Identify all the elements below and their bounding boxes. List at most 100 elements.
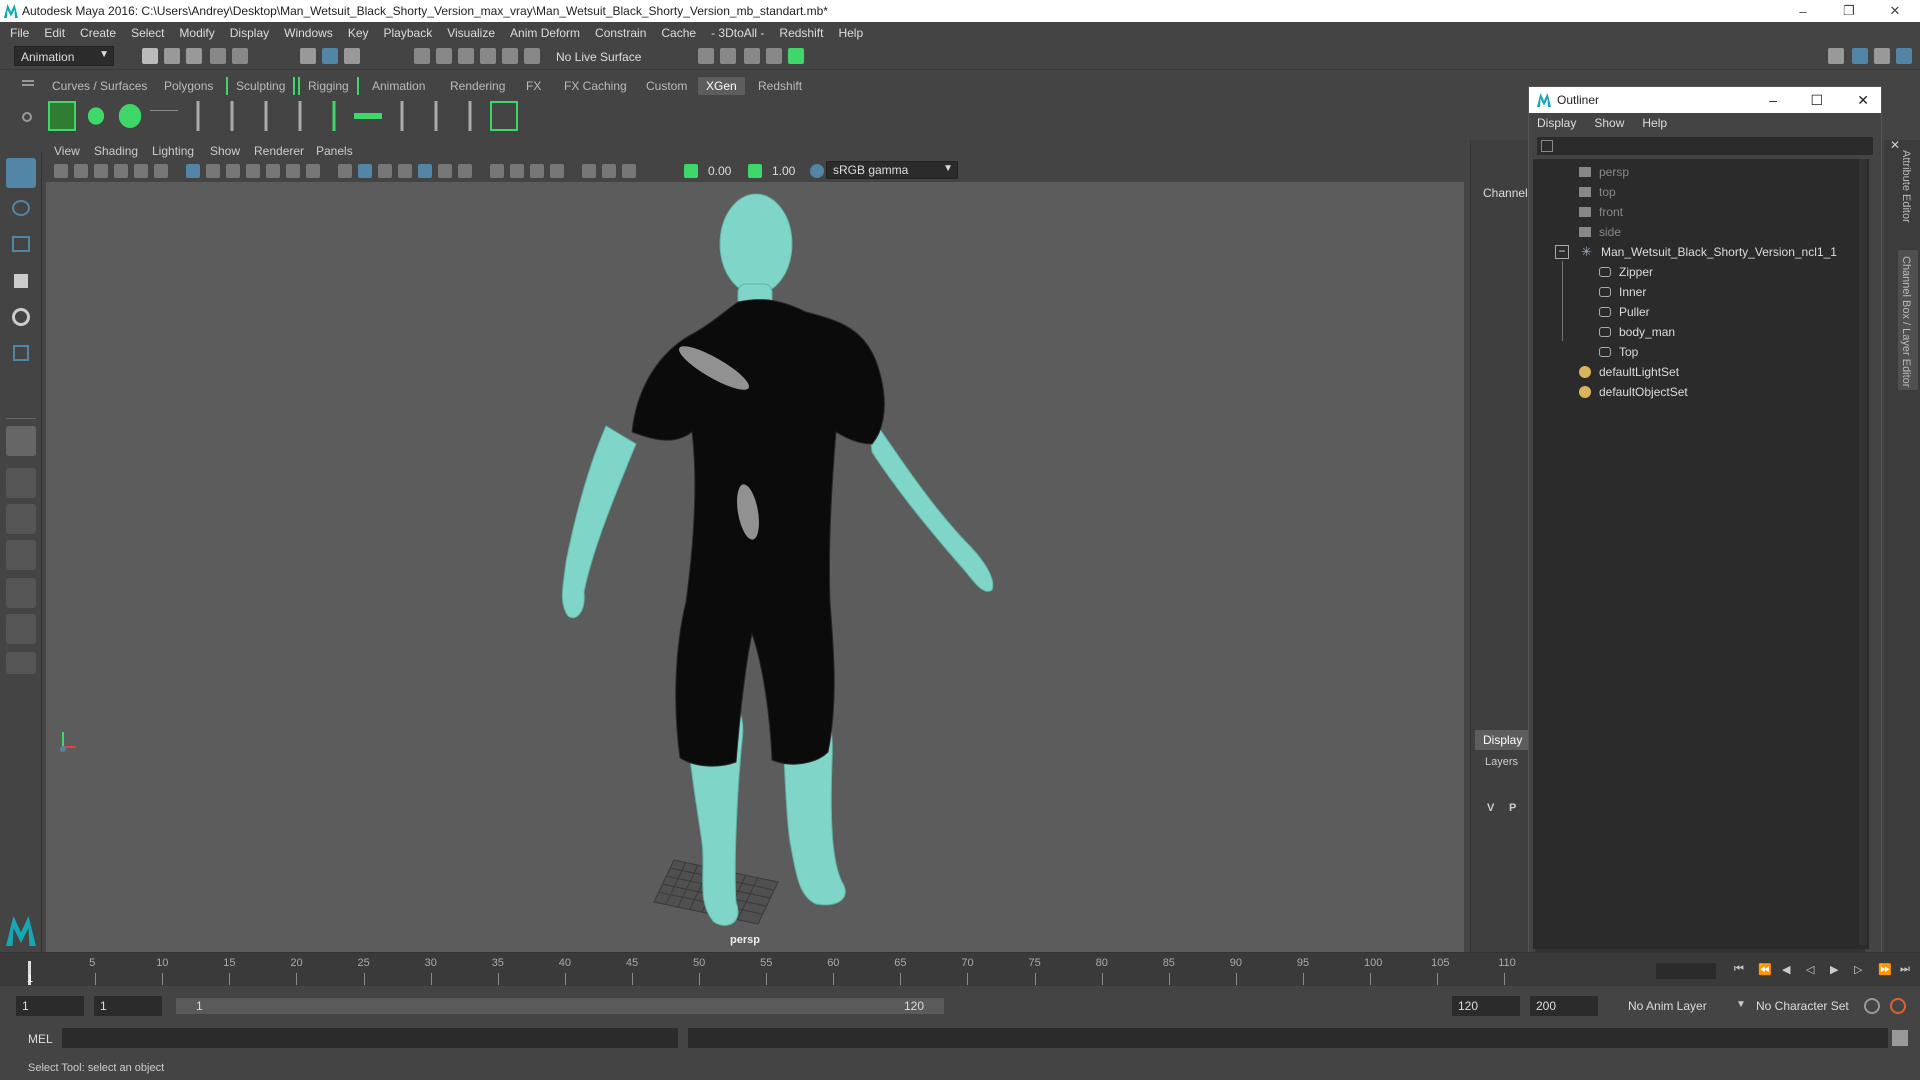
outliner-menu-help[interactable]: Help xyxy=(1642,116,1667,130)
auto-key-icon[interactable] xyxy=(1864,998,1880,1014)
character-model[interactable] xyxy=(46,182,1464,952)
tab-fx[interactable]: FX xyxy=(518,77,549,95)
tab-redshift[interactable]: Redshift xyxy=(750,77,810,95)
single-perspective-layout-icon[interactable] xyxy=(6,426,36,456)
layout-icon[interactable] xyxy=(1852,48,1868,64)
xgen-add-guide-icon[interactable] xyxy=(218,101,246,131)
close-button[interactable]: ✕ xyxy=(1872,0,1918,22)
gamma-icon[interactable] xyxy=(748,164,762,178)
ambient-occlusion-icon[interactable] xyxy=(458,164,472,178)
vp-menu-panels[interactable]: Panels xyxy=(316,144,353,158)
xgen-grooming-icon[interactable] xyxy=(150,101,178,131)
menu-playback[interactable]: Playback xyxy=(384,26,433,40)
color-management-icon[interactable] xyxy=(810,164,824,178)
playback-end-field[interactable]: 120 xyxy=(1452,996,1520,1016)
vp-menu-view[interactable]: View xyxy=(54,144,80,158)
viewport-persp[interactable]: persp xyxy=(46,182,1464,952)
animation-end-field[interactable]: 200 xyxy=(1530,996,1598,1016)
snap-curve-icon[interactable] xyxy=(436,48,452,64)
xgen-bend-icon[interactable] xyxy=(422,101,450,131)
grid-toggle-icon[interactable] xyxy=(186,164,200,178)
outliner-item-root[interactable]: − ✳ Man_Wetsuit_Black_Shorty_Version_ncl… xyxy=(1555,243,1837,261)
menu-file[interactable]: File xyxy=(10,26,29,40)
save-scene-icon[interactable] xyxy=(186,48,202,64)
xray-components-icon[interactable] xyxy=(622,164,636,178)
current-frame-field[interactable] xyxy=(1656,963,1716,979)
step-forward-frame-icon[interactable]: ▷ xyxy=(1854,963,1862,976)
range-slider[interactable]: 1 120 xyxy=(176,998,944,1014)
custom-layout-icon[interactable] xyxy=(6,652,36,674)
menu-modify[interactable]: Modify xyxy=(179,26,214,40)
safe-title-icon[interactable] xyxy=(306,164,320,178)
outliner-minimize-button[interactable]: – xyxy=(1769,92,1777,108)
smooth-shade-icon[interactable] xyxy=(358,164,372,178)
play-forward-icon[interactable]: ▶ xyxy=(1830,963,1838,976)
channelbox-toggle-icon[interactable] xyxy=(1896,48,1912,64)
snap-point-icon[interactable] xyxy=(458,48,474,64)
menu-3dtoall[interactable]: - 3DtoAll - xyxy=(711,26,764,40)
tab-curves-surfaces[interactable]: Curves / Surfaces xyxy=(44,77,155,95)
menu-cache[interactable]: Cache xyxy=(661,26,696,40)
grease-pencil-icon[interactable] xyxy=(154,164,168,178)
persp-outliner-layout-icon[interactable] xyxy=(6,504,36,534)
select-tool-icon[interactable] xyxy=(6,158,36,188)
display-tab[interactable]: Display xyxy=(1475,730,1529,750)
xgen-select-guide-icon[interactable] xyxy=(252,101,280,131)
vp-menu-show[interactable]: Show xyxy=(210,144,240,158)
gate-mask-icon[interactable] xyxy=(246,164,260,178)
step-back-key-icon[interactable]: ⏪ xyxy=(1758,963,1772,976)
outliner-menu-display[interactable]: Display xyxy=(1537,116,1576,130)
menu-visualize[interactable]: Visualize xyxy=(447,26,495,40)
tab-fx-caching[interactable]: FX Caching xyxy=(556,77,635,95)
menu-create[interactable]: Create xyxy=(80,26,116,40)
twod-pan-icon[interactable] xyxy=(134,164,148,178)
xray-joints-icon[interactable] xyxy=(602,164,616,178)
isolate-select-icon[interactable] xyxy=(550,164,564,178)
menu-select[interactable]: Select xyxy=(131,26,164,40)
outliner-item-top[interactable]: top xyxy=(1579,183,1616,201)
xgen-sculpt-icon[interactable] xyxy=(320,101,348,131)
field-chart-icon[interactable] xyxy=(266,164,280,178)
xgen-preview-icon[interactable] xyxy=(82,101,110,131)
gamma-value[interactable]: 1.00 xyxy=(772,164,795,178)
xgen-editor-icon[interactable] xyxy=(48,101,76,131)
menu-redshift[interactable]: Redshift xyxy=(779,26,823,40)
textured-icon[interactable] xyxy=(398,164,412,178)
step-back-frame-icon[interactable]: ◀ xyxy=(1782,963,1790,976)
vp-menu-lighting[interactable]: Lighting xyxy=(152,144,194,158)
tab-animation[interactable]: Animation xyxy=(364,77,433,95)
move-tool-icon[interactable] xyxy=(6,266,36,296)
snap-view-icon[interactable] xyxy=(480,48,496,64)
tab-custom[interactable]: Custom xyxy=(638,77,695,95)
snap-grid-icon[interactable] xyxy=(414,48,430,64)
maya-home-icon[interactable] xyxy=(6,916,36,946)
menu-windows[interactable]: Windows xyxy=(284,26,333,40)
menu-display[interactable]: Display xyxy=(230,26,269,40)
close-icon[interactable]: ✕ xyxy=(1890,138,1900,152)
render-frame-icon[interactable] xyxy=(720,48,736,64)
xgen-layer-icon[interactable] xyxy=(354,101,382,131)
playback-start-field[interactable]: 1 xyxy=(94,996,162,1016)
select-hierarchy-icon[interactable] xyxy=(300,48,316,64)
go-to-start-icon[interactable]: ⏮ xyxy=(1734,963,1744,976)
minimize-button[interactable]: – xyxy=(1780,0,1826,22)
scale-tool-icon[interactable] xyxy=(6,338,36,368)
film-gate-icon[interactable] xyxy=(206,164,220,178)
menu-anim-deform[interactable]: Anim Deform xyxy=(510,26,580,40)
outliner-item-persp[interactable]: persp xyxy=(1579,163,1629,181)
anim-layer-dropdown[interactable]: No Anim Layer xyxy=(1628,999,1707,1013)
restore-button[interactable]: ❐ xyxy=(1826,0,1872,22)
safe-action-icon[interactable] xyxy=(286,164,300,178)
redo-icon[interactable] xyxy=(232,48,248,64)
outliner-item-side[interactable]: side xyxy=(1579,223,1621,241)
render-settings-icon[interactable] xyxy=(766,48,782,64)
toolsettings-icon[interactable] xyxy=(1874,48,1890,64)
menu-key[interactable]: Key xyxy=(348,26,369,40)
live-surface-label[interactable]: No Live Surface xyxy=(556,50,641,64)
persp-hypershade-layout-icon[interactable] xyxy=(6,578,36,608)
menu-constrain[interactable]: Constrain xyxy=(595,26,646,40)
outliner-item-front[interactable]: front xyxy=(1579,203,1623,221)
xgen-lock-icon[interactable] xyxy=(286,101,314,131)
outliner-titlebar[interactable]: Outliner – ☐ ✕ xyxy=(1529,87,1881,113)
exposure-icon[interactable] xyxy=(684,164,698,178)
